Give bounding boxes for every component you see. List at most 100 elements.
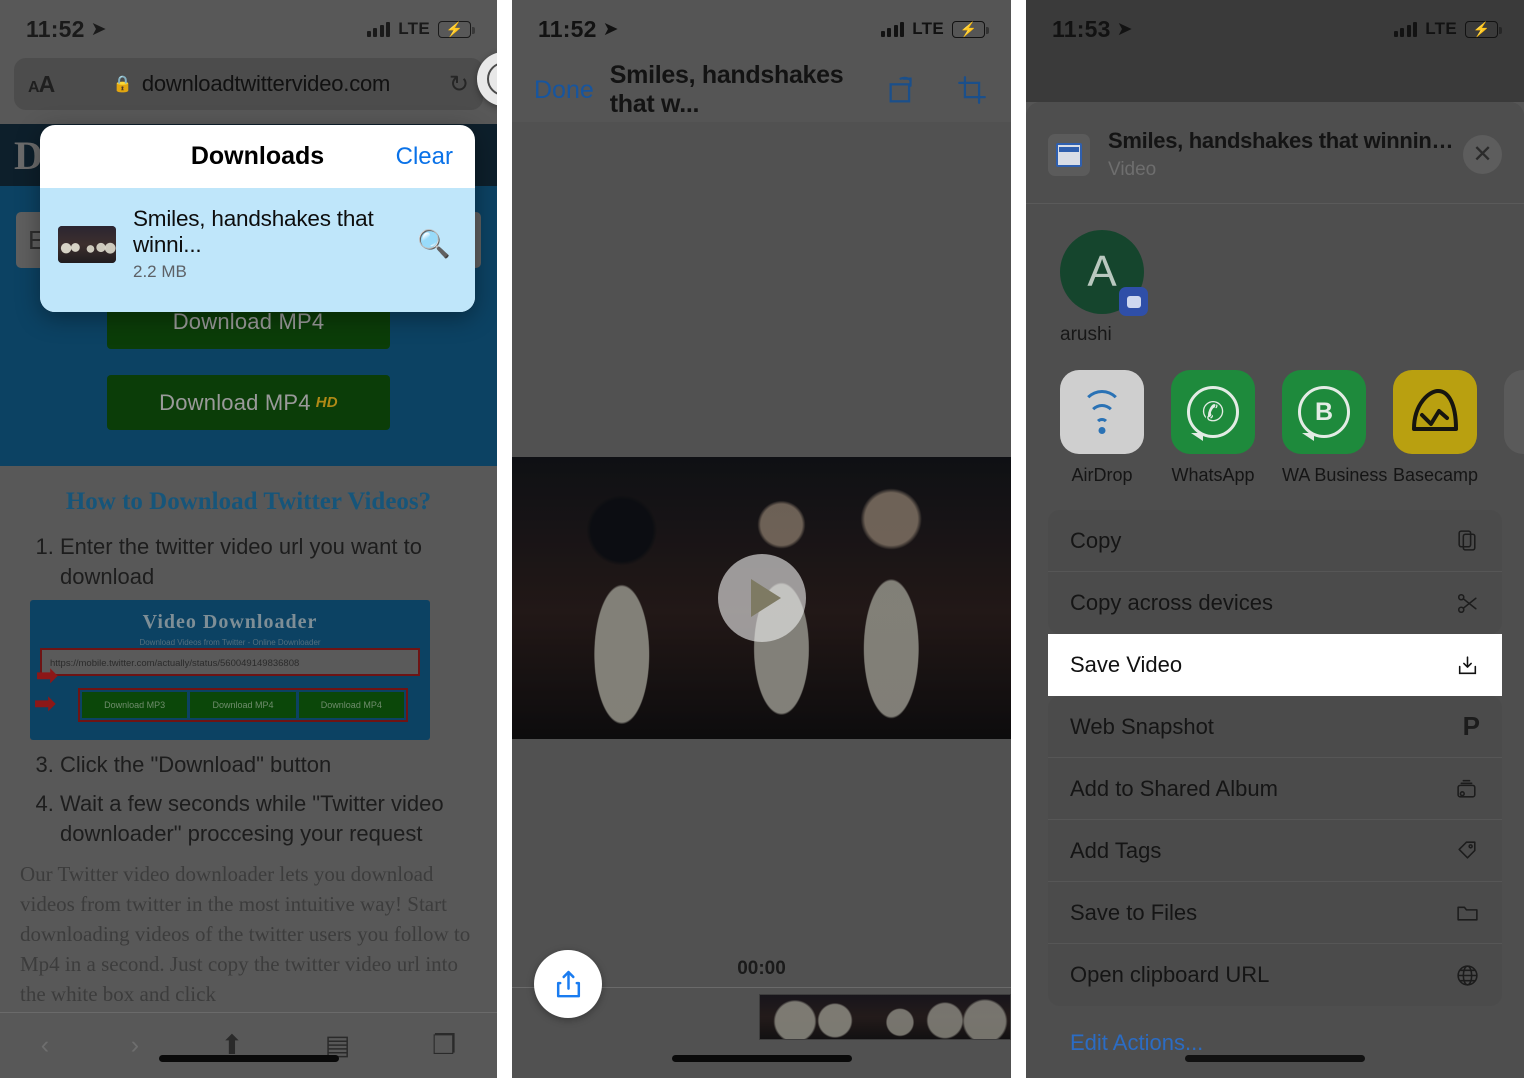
- share-app-wa-business[interactable]: B WA Business: [1282, 370, 1388, 486]
- download-mp4-hd-button[interactable]: Download MP4 HD: [107, 375, 390, 430]
- basecamp-icon: [1393, 370, 1477, 454]
- share-app-basecamp[interactable]: Basecamp: [1393, 370, 1478, 486]
- share-app-label: WhatsApp: [1171, 465, 1255, 485]
- downloads-popup: Downloads Clear Smiles, handshakes that …: [40, 125, 475, 312]
- inline-btn-mp3: Download MP3: [82, 692, 188, 719]
- action-open-clipboard-url[interactable]: Open clipboard URL: [1048, 944, 1502, 1006]
- action-add-to-shared-album[interactable]: Add to Shared Album: [1048, 758, 1502, 820]
- location-arrow-icon: ➤: [90, 18, 107, 40]
- action-label: Add Tags: [1070, 837, 1162, 863]
- video-filmstrip[interactable]: [759, 994, 1011, 1040]
- carrier-label: LTE: [912, 19, 944, 38]
- signal-bars-icon: [1393, 21, 1418, 37]
- action-copy-across-devices[interactable]: Copy across devices: [1048, 572, 1502, 634]
- panel-safari-downloads: 11:52 ➤ LTE ⚡ AA 🔒 downloadtwittervideo.…: [0, 0, 497, 1078]
- share-file-title: Smiles, handshakes that winning feeling!…: [1108, 128, 1463, 153]
- home-indicator-3: [1185, 1055, 1365, 1062]
- inline-url-field: https://mobile.twitter.com/actually/stat…: [40, 648, 420, 677]
- quicklook-body: 00:00: [512, 122, 1011, 1078]
- step-1: Enter the twitter video url you want to …: [60, 532, 477, 591]
- inline-button-row: Download MP3 Download MP4 Download MP4: [78, 688, 408, 723]
- chevron-left-icon[interactable]: ‹: [41, 1031, 49, 1060]
- person-name: arushi: [1060, 324, 1112, 345]
- share-app-whatsapp[interactable]: ✆ WhatsApp: [1171, 370, 1255, 486]
- panel-divider-1: [497, 0, 512, 1078]
- inline-url-value: https://mobile.twitter.com/actually/stat…: [50, 658, 300, 670]
- hd-badge: HD: [315, 394, 338, 411]
- chevron-right-icon[interactable]: ›: [131, 1031, 139, 1060]
- safari-toolbar: ‹ › ⬆ ▤ ❐: [0, 1012, 497, 1078]
- video-thumbnail: [58, 225, 116, 263]
- url-bar[interactable]: AA 🔒 downloadtwittervideo.com ↻ ↓: [14, 52, 497, 110]
- battery-icon: ⚡: [438, 20, 475, 38]
- magnifier-icon[interactable]: 🔍: [417, 228, 451, 260]
- safari-url-bar-container: AA 🔒 downloadtwittervideo.com ↻ ↓: [0, 52, 497, 124]
- action-label: Save Video: [1070, 652, 1183, 677]
- downloads-button[interactable]: ↓: [477, 52, 497, 106]
- share-button[interactable]: [534, 950, 602, 1018]
- share-actions-group-3: Web Snapshot P Add to Shared Album Add T…: [1048, 696, 1502, 1006]
- inline-btn-mp4: Download MP4: [190, 692, 296, 719]
- site-paragraph: Our Twitter video downloader lets you do…: [20, 862, 471, 1006]
- save-download-icon: [1458, 655, 1477, 674]
- url-display[interactable]: 🔒 downloadtwittervideo.com: [54, 71, 449, 97]
- home-indicator-2: [671, 1055, 852, 1062]
- download-arrow-icon: ↓: [487, 62, 497, 96]
- carrier-label: LTE: [1425, 19, 1457, 38]
- rotate-icon[interactable]: [885, 73, 919, 107]
- action-label: Web Snapshot: [1070, 713, 1214, 739]
- person-arushi[interactable]: A arushi: [1060, 230, 1160, 346]
- battery-icon: ⚡: [1465, 20, 1502, 38]
- action-save-video[interactable]: Save Video: [1048, 634, 1502, 696]
- share-sheet-scrim[interactable]: [1026, 58, 1524, 102]
- action-save-to-files[interactable]: Save to Files: [1048, 882, 1502, 944]
- status-time: 11:52: [26, 15, 85, 42]
- download-item[interactable]: Smiles, handshakes that winni... 2.2 MB …: [40, 188, 475, 312]
- panel-share-sheet: 11:53 ➤ LTE ⚡ Smiles, handshakes that wi…: [1026, 0, 1524, 1078]
- location-arrow-icon: ➤: [602, 18, 619, 40]
- share-people-row: A arushi: [1026, 204, 1524, 364]
- red-arrow-icon-1: ➡: [36, 660, 58, 691]
- action-label: Add to Shared Album: [1070, 775, 1278, 801]
- text-size-icon[interactable]: AA: [28, 71, 55, 98]
- action-label: Copy across devices: [1070, 590, 1273, 615]
- lock-icon: 🔒: [112, 76, 133, 93]
- battery-icon: ⚡: [952, 20, 989, 38]
- edit-actions-button[interactable]: Edit Actions...: [1026, 1006, 1524, 1056]
- action-copy[interactable]: Copy: [1048, 510, 1502, 572]
- reload-icon[interactable]: ↻: [449, 70, 469, 99]
- globe-icon: [1457, 964, 1478, 986]
- inline-screenshot-title: Video Downloader: [142, 611, 318, 634]
- share-app-label: WA Business: [1282, 465, 1388, 485]
- status-time: 11:52: [538, 15, 597, 42]
- share-sheet-header: Smiles, handshakes that winning feeling!…: [1026, 102, 1524, 204]
- status-right: LTE ⚡: [1393, 19, 1502, 39]
- action-add-tags[interactable]: Add Tags: [1048, 820, 1502, 882]
- clear-button[interactable]: Clear: [396, 143, 453, 171]
- done-button[interactable]: Done: [534, 76, 594, 105]
- status-time: 11:53: [1052, 15, 1111, 42]
- tag-icon: [1458, 841, 1476, 859]
- downloads-popup-header: Downloads Clear: [40, 125, 475, 188]
- status-bar-3: 11:53 ➤ LTE ⚡: [1026, 0, 1524, 58]
- quicklook-nav: Done Smiles, handshakes that w...: [512, 58, 1011, 122]
- home-indicator-1: [158, 1055, 339, 1062]
- downloads-title: Downloads: [190, 142, 325, 170]
- location-arrow-icon: ➤: [1116, 18, 1133, 40]
- play-icon[interactable]: [717, 554, 806, 642]
- video-preview[interactable]: [512, 457, 1011, 739]
- whatsapp-business-icon: B: [1282, 370, 1366, 454]
- tabs-icon[interactable]: ❐: [432, 1030, 456, 1061]
- action-label: Open clipboard URL: [1070, 962, 1270, 987]
- panel-quicklook-video: 11:52 ➤ LTE ⚡ Done Smiles, handshakes th…: [512, 0, 1011, 1078]
- close-icon[interactable]: ✕: [1463, 135, 1502, 174]
- share-app-airdrop[interactable]: AirDrop: [1060, 370, 1144, 486]
- step-2: Click the "Download" button: [60, 750, 477, 780]
- quicklook-actions: [885, 73, 989, 107]
- crop-icon[interactable]: [955, 73, 989, 107]
- airdrop-icon: [1060, 370, 1144, 454]
- share-app-slack[interactable]: [1504, 370, 1524, 486]
- site-body: How to Download Twitter Videos? Enter th…: [0, 466, 497, 1010]
- status-right: LTE ⚡: [880, 19, 989, 39]
- action-web-snapshot[interactable]: Web Snapshot P: [1048, 696, 1502, 758]
